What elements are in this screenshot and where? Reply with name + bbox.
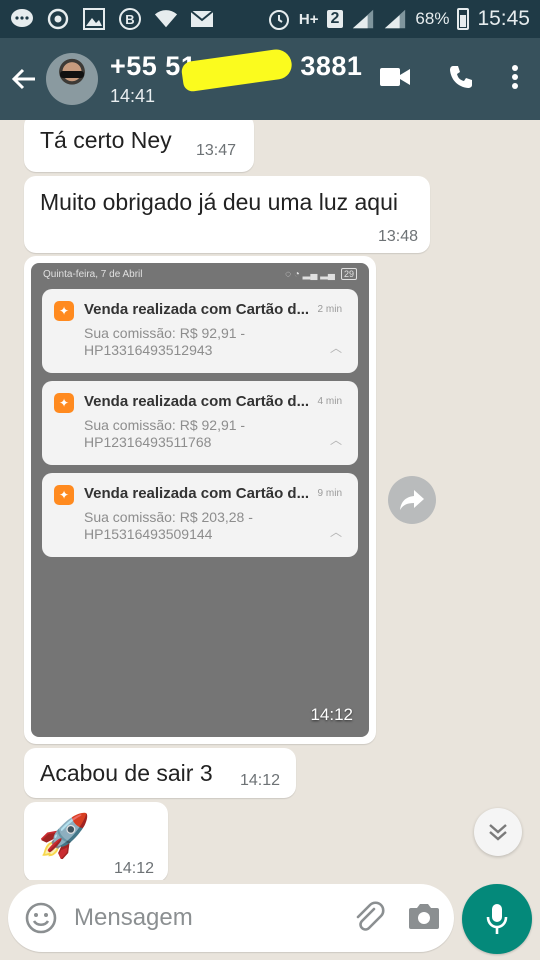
forward-icon	[400, 490, 424, 510]
notification-line: HP13316493512943	[84, 342, 213, 358]
message-time: 13:48	[377, 228, 418, 245]
video-camera-icon	[380, 67, 410, 86]
contact-name-end: 3881	[300, 51, 363, 81]
screenshot-image[interactable]: Quinta-feira, 7 de Abril ◌ ◔ ▂▄ ▂▄ 29 ✦ …	[31, 263, 369, 737]
message-bubble[interactable]: Acabou de sair 3 14:12	[24, 748, 296, 798]
notification-title: Venda realizada com Cartão d...	[84, 301, 310, 318]
notification-body: Sua comissão: R$ 92,91 - HP1331649351294…	[84, 325, 245, 359]
scroll-to-bottom-button[interactable]	[474, 808, 522, 856]
message-bubble[interactable]: 🚀 14:12	[24, 802, 168, 880]
back-button[interactable]	[2, 38, 46, 120]
microphone-icon	[486, 904, 508, 934]
video-call-button[interactable]	[380, 67, 410, 92]
alarm-icon	[267, 7, 291, 31]
message-input[interactable]: Mensagem	[74, 904, 352, 932]
message-time: 13:47	[196, 142, 237, 159]
svg-text:B: B	[125, 12, 134, 27]
notification-line: Sua comissão: R$ 92,91 -	[84, 417, 246, 433]
notification-body: Sua comissão: R$ 203,28 - HP153164935091…	[84, 509, 253, 543]
battery-icon	[457, 8, 470, 30]
emoji-button[interactable]	[24, 901, 58, 935]
double-chevron-down-icon	[489, 824, 507, 841]
screenshot-date: Quinta-feira, 7 de Abril	[43, 268, 143, 280]
chevron-up-icon: ︿	[329, 525, 342, 539]
message-time: 14:12	[114, 860, 155, 877]
message-time: 14:12	[240, 772, 281, 789]
forward-button[interactable]	[388, 476, 436, 524]
notification-title: Venda realizada com Cartão d...	[84, 485, 310, 502]
notification-line: Sua comissão: R$ 203,28 -	[84, 509, 253, 525]
voice-message-button[interactable]	[462, 884, 532, 954]
notification-card: ✦ Venda realizada com Cartão d... 9 min …	[42, 473, 358, 557]
phone-icon	[450, 65, 472, 88]
message-text: Acabou de sair 3	[40, 760, 213, 786]
bank-b-icon: B	[118, 7, 142, 31]
more-vert-icon	[512, 64, 518, 89]
clock: 15:45	[477, 7, 530, 30]
signal-icon	[351, 7, 375, 31]
voice-call-button[interactable]	[448, 64, 474, 95]
message-text: Tá certo Ney	[40, 127, 172, 153]
message-list[interactable]: Tá certo Ney 13:47 Muito obrigado já deu…	[0, 120, 540, 880]
message-text: Muito obrigado já deu uma luz aqui	[40, 189, 399, 215]
chat-header: +55 51 3881 14:41	[0, 38, 540, 120]
app-logo-icon: ✦	[54, 485, 74, 505]
more-options-button[interactable]	[512, 64, 518, 94]
message-text: 🚀	[38, 812, 91, 859]
wifi-icon	[154, 7, 178, 31]
app-logo-icon: ✦	[54, 301, 74, 321]
app-logo-icon: ✦	[54, 393, 74, 413]
notification-age: 9 min	[317, 488, 342, 499]
screenshot-status-icons: ◌ ◔ ▂▄ ▂▄	[285, 268, 335, 280]
sim-badge: 2	[326, 10, 344, 28]
arrow-back-icon	[11, 68, 35, 90]
message-input-box[interactable]: Mensagem	[8, 884, 454, 952]
notification-line: Sua comissão: R$ 92,91 -	[84, 325, 246, 341]
avatar-glasses	[60, 71, 84, 78]
message-bubble[interactable]: Muito obrigado já deu uma luz aqui 13:48	[24, 176, 430, 253]
signal-icon-2	[383, 7, 407, 31]
sync-icon	[46, 7, 70, 31]
battery-percent: 68%	[415, 9, 450, 28]
composer: Mensagem	[0, 880, 540, 960]
network-type: H+	[298, 10, 319, 28]
notification-body: Sua comissão: R$ 92,91 - HP1231649351176…	[84, 417, 245, 451]
notification-age: 2 min	[317, 304, 342, 315]
chevron-up-icon: ︿	[329, 341, 342, 355]
mail-icon	[190, 7, 214, 31]
image-message[interactable]: Quinta-feira, 7 de Abril ◌ ◔ ▂▄ ▂▄ 29 ✦ …	[24, 256, 376, 744]
status-bar: B H+ 2 68% 15:45	[0, 0, 540, 38]
notification-line: HP12316493511768	[84, 434, 212, 450]
notification-title: Venda realizada com Cartão d...	[84, 393, 310, 410]
chevron-up-icon: ︿	[329, 433, 342, 447]
message-bubble[interactable]: Tá certo Ney 13:47	[24, 120, 254, 172]
attach-button[interactable]	[352, 899, 386, 938]
notification-line: HP15316493509144	[84, 526, 213, 542]
notification-age: 4 min	[317, 396, 342, 407]
last-seen: 14:41	[110, 86, 156, 106]
notification-card: ✦ Venda realizada com Cartão d... 4 min …	[42, 381, 358, 465]
screenshot-status-bar: Quinta-feira, 7 de Abril ◌ ◔ ▂▄ ▂▄ 29	[31, 263, 369, 285]
camera-icon	[409, 903, 439, 929]
avatar[interactable]	[46, 53, 98, 105]
emoji-icon	[25, 902, 57, 934]
camera-button[interactable]	[408, 902, 440, 935]
message-time: 14:12	[310, 705, 353, 724]
screenshot-battery: 29	[340, 268, 357, 280]
contact-info[interactable]: +55 51 3881 14:41	[110, 47, 380, 107]
paperclip-icon	[356, 900, 385, 931]
gallery-icon	[82, 7, 106, 31]
chat-notification-icon	[10, 7, 34, 31]
notification-card: ✦ Venda realizada com Cartão d... 2 min …	[42, 289, 358, 373]
